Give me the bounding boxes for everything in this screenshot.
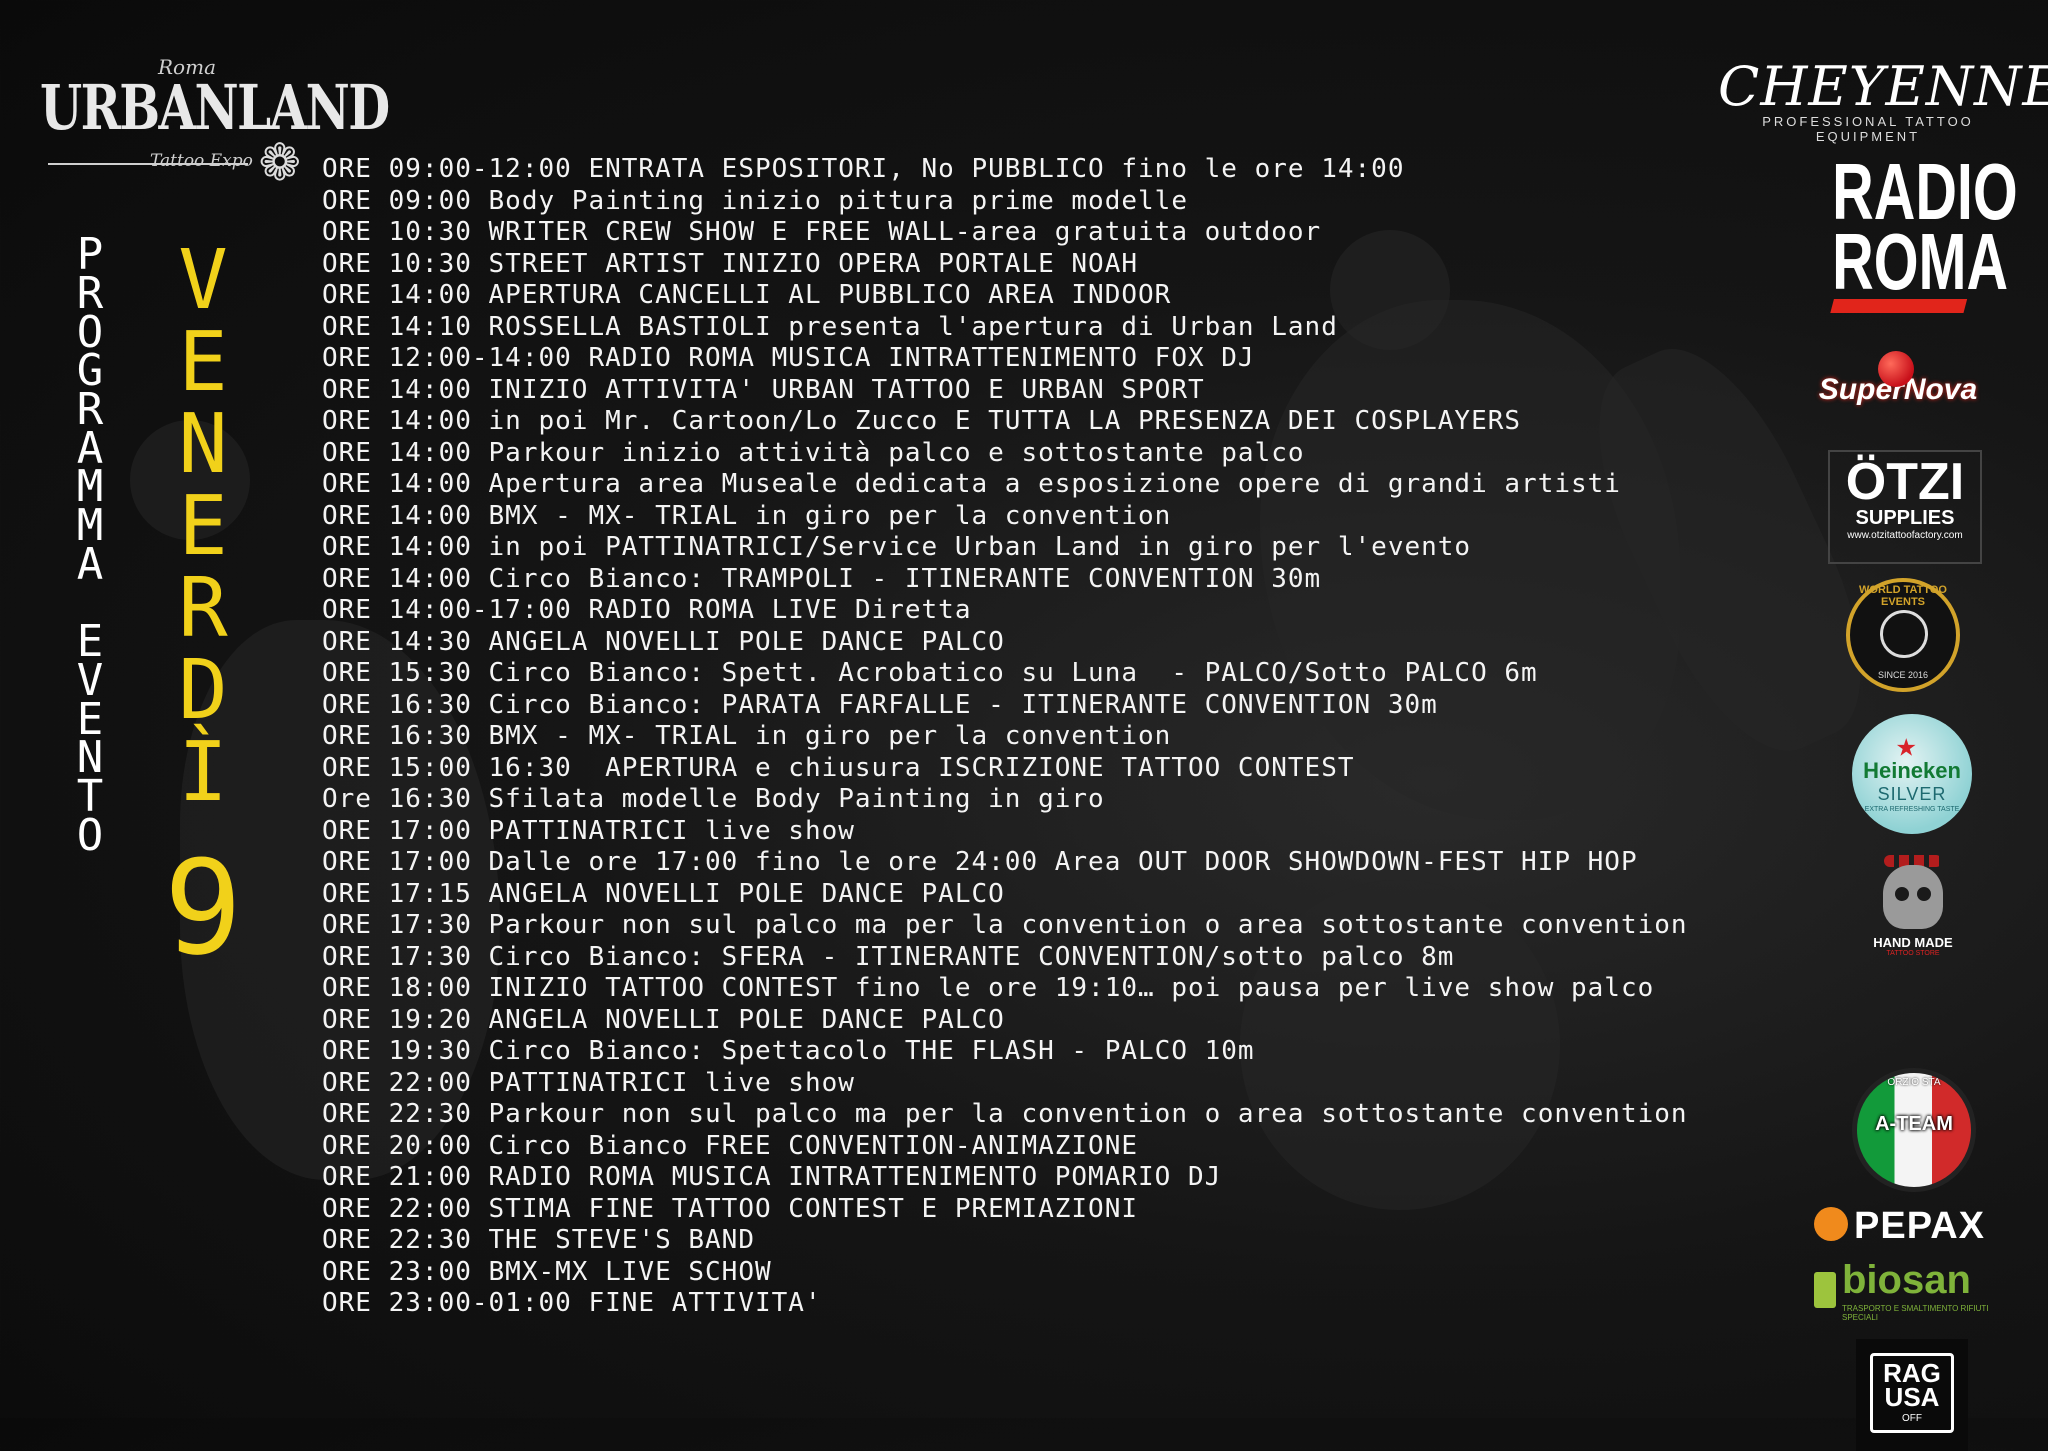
day-number: 9 xyxy=(163,832,243,984)
supernova-ball-icon xyxy=(1878,351,1914,387)
day-letter: R xyxy=(178,561,228,656)
schedule-item: ORE 19:30 Circo Bianco: Spettacolo THE F… xyxy=(322,1036,1255,1066)
day-letter: N xyxy=(178,397,228,492)
schedule-item: ORE 22:00 PATTINATRICI live show xyxy=(322,1067,855,1098)
schedule-item: ORE 17:30 Circo Bianco: SFERA - ITINERAN… xyxy=(322,941,1455,972)
schedule-item: ORE 17:00 PATTINATRICI live show xyxy=(322,815,855,846)
schedule-item: ORE 14:00 Apertura area Museale dedicata… xyxy=(322,469,1621,499)
wte-since: SINCE 2016 xyxy=(1877,670,1929,680)
urbanland-logo: Roma URBANLAND Tattoo Expo ❁ xyxy=(40,55,390,200)
schedule-item: ORE 10:30 WRITER CREW SHOW E FREE WALL-a… xyxy=(322,217,1322,247)
a-team-name: A-TEAM xyxy=(1875,1113,1953,1135)
star-icon: ★ xyxy=(1896,725,1917,765)
schedule-item: ORE 14:00 Circo Bianco: TRAMPOLI - ITINE… xyxy=(322,563,1322,594)
biosan-sub: TRASPORTO E SMALTIMENTO RIFIUTI SPECIALI xyxy=(1842,1304,1989,1322)
biosan-name: biosan xyxy=(1842,1258,1971,1302)
schedule-item: ORE 14:00 APERTURA CANCELLI AL PUBBLICO … xyxy=(322,280,1172,310)
supernova-logo: SuperNova xyxy=(1798,351,1998,407)
day-letter: E xyxy=(178,479,228,574)
pepax-mark-icon xyxy=(1814,1206,1848,1241)
heineken-logo: ★ Heineken SILVER EXTRA REFRESHING TASTE xyxy=(1852,714,1972,834)
radio-roma-logo: RADIO ROMA xyxy=(1830,152,2018,313)
cheyenne-name: CHEYENNE xyxy=(1718,55,2048,118)
schedule-item: ORE 17:15 ANGELA NOVELLI POLE DANCE PALC… xyxy=(322,878,1005,909)
day-letter: V xyxy=(178,233,228,328)
heineken-extra: EXTRA REFRESHING TASTE xyxy=(1864,806,1960,813)
bin-icon xyxy=(1814,1272,1836,1308)
schedule-item: ORE 14:00 INIZIO ATTIVITA' URBAN TATTOO … xyxy=(322,374,1205,405)
hand-made-sub: TATTOO STORE xyxy=(1886,950,1940,957)
schedule-item: ORE 10:30 STREET ARTIST INIZIO OPERA POR… xyxy=(322,248,1139,279)
schedule-item: ORE 16:30 BMX - MX- TRIAL in giro per la… xyxy=(322,721,1172,751)
programma-evento-title: PROGRAMMAEVENTO xyxy=(70,233,110,861)
schedule-item: ORE 15:30 Circo Bianco: Spett. Acrobatic… xyxy=(322,658,1538,688)
schedule-item: Ore 16:30 Sfilata modelle Body Painting … xyxy=(322,784,1105,814)
schedule-item: ORE 12:00-14:00 RADIO ROMA MUSICA INTRAT… xyxy=(322,343,1255,373)
heineken-name: Heineken xyxy=(1863,758,1961,783)
logo-name: URBANLAND xyxy=(40,71,390,144)
day-letter: D xyxy=(178,643,228,738)
title-letter: A xyxy=(76,538,104,590)
schedule-item: ORE 22:00 STIMA FINE TATTOO CONTEST E PR… xyxy=(322,1193,1139,1224)
schedule-item: ORE 17:00 Dalle ore 17:00 fino le ore 24… xyxy=(322,847,1638,877)
otzi-name: ÖTZI xyxy=(1845,453,1965,511)
schedule-item: ORE 14:30 ANGELA NOVELLI POLE DANCE PALC… xyxy=(322,626,1005,657)
otzi-logo: ÖTZI SUPPLIES www.otzitattoofactory.com xyxy=(1828,450,1982,564)
schedule-item: ORE 09:00 Body Painting inizio pittura p… xyxy=(322,185,1188,216)
schedule-item: ORE 20:00 Circo Bianco FREE CONVENTION-A… xyxy=(322,1130,1139,1161)
schedule-item: ORE 18:00 INIZIO TATTOO CONTEST fino le … xyxy=(322,973,1655,1003)
pepax-name: PEPAX xyxy=(1854,1205,1986,1247)
title-letter: O xyxy=(76,809,104,861)
a-team-logo: ORZIO STA A-TEAM xyxy=(1852,1068,1976,1192)
a-team-top: ORZIO STA xyxy=(1887,1077,1941,1088)
ragusa-line3: OFF xyxy=(1902,1413,1922,1424)
cheyenne-tagline: PROFESSIONAL TATTOO EQUIPMENT xyxy=(1762,114,1974,144)
day-title: VENERDÌ9 xyxy=(163,233,243,984)
globe-icon xyxy=(1880,610,1928,658)
radio-roma-bar xyxy=(1830,299,1968,313)
otzi-supplies: SUPPLIES xyxy=(1855,507,1955,529)
schedule-item: ORE 19:20 ANGELA NOVELLI POLE DANCE PALC… xyxy=(322,1004,1005,1035)
schedule-item: ORE 14:00 in poi Mr. Cartoon/Lo Zucco E … xyxy=(322,406,1522,436)
schedule-item: ORE 14:00 BMX - MX- TRIAL in giro per la… xyxy=(322,500,1172,531)
cheyenne-logo: CHEYENNE PROFESSIONAL TATTOO EQUIPMENT xyxy=(1718,55,2048,144)
schedule-item: ORE 14:00 Parkour inizio attività palco … xyxy=(322,437,1305,468)
schedule-item: ORE 14:00 in poi PATTINATRICI/Service Ur… xyxy=(322,532,1472,562)
schedule-item: ORE 16:30 Circo Bianco: PARATA FARFALLE … xyxy=(322,689,1438,720)
skull-icon xyxy=(1883,865,1943,929)
radio-roma-line2: ROMA xyxy=(1832,217,2009,306)
schedule-item: ORE 22:30 Parkour non sul palco ma per l… xyxy=(322,1099,1688,1129)
heineken-variant: SILVER xyxy=(1877,784,1947,804)
day-letter: E xyxy=(178,315,228,410)
wte-name: WORLD TATTOO EVENTS xyxy=(1859,584,1947,608)
schedule-item: ORE 09:00-12:00 ENTRATA ESPOSITORI, No P… xyxy=(322,154,1405,184)
schedule-item: ORE 15:00 16:30 APERTURA e chiusura ISCR… xyxy=(322,752,1355,783)
schedule-item: ORE 17:30 Parkour non sul palco ma per l… xyxy=(322,910,1688,940)
otzi-url: www.otzitattoofactory.com xyxy=(1847,530,1963,541)
logo-subtitle: Tattoo Expo xyxy=(150,151,253,171)
day-letter: Ì xyxy=(178,725,228,820)
schedule-item: ORE 14:10 ROSSELLA BASTIOLI presenta l'a… xyxy=(322,311,1338,342)
ragusa-off-logo: RAG USA OFF xyxy=(1856,1339,1968,1451)
schedule-item: ORE 21:00 RADIO ROMA MUSICA INTRATTENIME… xyxy=(322,1162,1222,1192)
event-schedule: ORE 09:00-12:00 ENTRATA ESPOSITORI, No P… xyxy=(322,154,1688,1320)
world-tattoo-events-logo: WORLD TATTOO EVENTS SINCE 2016 xyxy=(1846,578,1960,692)
flower-icon: ❁ xyxy=(260,119,300,196)
schedule-item: ORE 14:00-17:00 RADIO ROMA LIVE Diretta xyxy=(322,595,972,625)
hand-made-logo: HAND MADE TATTOO STORE xyxy=(1868,855,1958,965)
schedule-item: ORE 23:00-01:00 FINE ATTIVITA' xyxy=(322,1288,822,1318)
hand-made-name: HAND MADE xyxy=(1873,935,1953,950)
schedule-item: ORE 22:30 THE STEVE'S BAND xyxy=(322,1225,755,1255)
schedule-item: ORE 23:00 BMX-MX LIVE SCHOW xyxy=(322,1256,772,1287)
pepax-logo: PEPAX xyxy=(1814,1205,2014,1248)
ragusa-line2: USA xyxy=(1884,1382,1940,1412)
